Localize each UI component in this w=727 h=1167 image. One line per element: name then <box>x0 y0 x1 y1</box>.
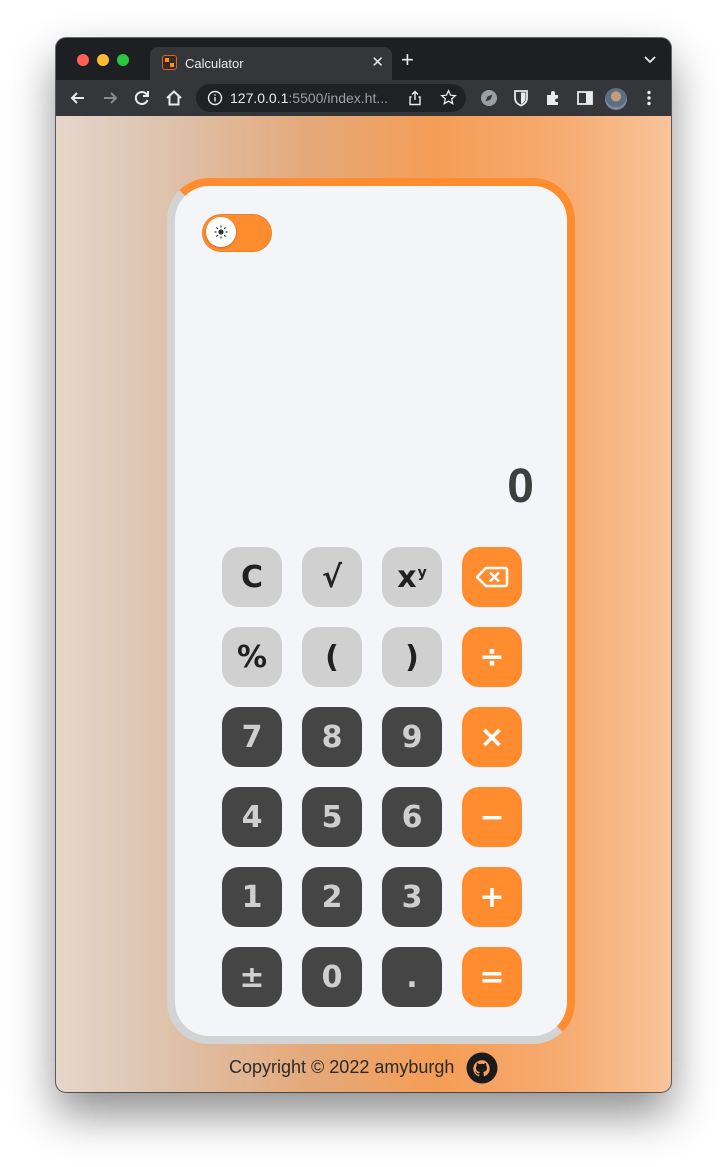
url-host: 127.0.0.1 <box>230 90 289 106</box>
digit-9-button[interactable]: 9 <box>382 707 442 767</box>
zoom-window-button[interactable] <box>117 54 129 66</box>
multiply-button[interactable]: × <box>462 707 522 767</box>
toggle-knob <box>206 217 236 247</box>
divide-button[interactable]: ÷ <box>462 627 522 687</box>
url-path: :5500/index.ht... <box>288 90 389 106</box>
forward-icon[interactable] <box>100 88 120 108</box>
side-panel-icon[interactable] <box>575 88 595 108</box>
minimize-window-button[interactable] <box>97 54 109 66</box>
tab-close-icon[interactable]: ✕ <box>371 53 384 73</box>
plus-minus-button[interactable]: ± <box>222 947 282 1007</box>
page-viewport: 0 C √ xy % ( ) ÷ 7 8 9 × 4 5 6 − 1 2 3 +… <box>56 116 671 1092</box>
close-paren-button[interactable]: ) <box>382 627 442 687</box>
decimal-button[interactable]: . <box>382 947 442 1007</box>
equals-button[interactable]: = <box>462 947 522 1007</box>
digit-3-button[interactable]: 3 <box>382 867 442 927</box>
page-footer: Copyright © 2022 amyburgh <box>56 1052 671 1084</box>
home-icon[interactable] <box>164 88 184 108</box>
new-tab-button[interactable]: + <box>401 49 414 71</box>
digit-0-button[interactable]: 0 <box>302 947 362 1007</box>
browser-window: Calculator ✕ + 127.0.0.1:5500/index.ht..… <box>56 38 671 1092</box>
percent-button[interactable]: % <box>222 627 282 687</box>
profile-avatar[interactable] <box>605 88 627 110</box>
subtract-button[interactable]: − <box>462 787 522 847</box>
bookmark-star-icon[interactable] <box>440 89 457 106</box>
close-window-button[interactable] <box>77 54 89 66</box>
digit-7-button[interactable]: 7 <box>222 707 282 767</box>
calculator-panel: 0 C √ xy % ( ) ÷ 7 8 9 × 4 5 6 − 1 2 3 +… <box>167 178 575 1044</box>
digit-5-button[interactable]: 5 <box>302 787 362 847</box>
calculator-favicon-icon <box>162 55 177 70</box>
reload-icon[interactable] <box>132 88 152 108</box>
address-bar[interactable]: 127.0.0.1:5500/index.ht... <box>196 84 466 112</box>
copyright-text: Copyright © 2022 amyburgh <box>229 1057 455 1077</box>
digit-8-button[interactable]: 8 <box>302 707 362 767</box>
tab-calculator[interactable]: Calculator ✕ <box>150 47 392 80</box>
tab-search-chevron-icon[interactable] <box>643 52 657 66</box>
tab-title: Calculator <box>185 56 244 71</box>
power-button[interactable]: xy <box>382 547 442 607</box>
browser-toolbar: 127.0.0.1:5500/index.ht... <box>56 80 671 116</box>
site-info-icon[interactable] <box>207 90 223 106</box>
open-paren-button[interactable]: ( <box>302 627 362 687</box>
backspace-icon <box>475 566 509 588</box>
add-button[interactable]: + <box>462 867 522 927</box>
back-icon[interactable] <box>68 88 88 108</box>
backspace-button[interactable] <box>462 547 522 607</box>
sun-icon <box>214 225 228 239</box>
digit-2-button[interactable]: 2 <box>302 867 362 927</box>
digit-6-button[interactable]: 6 <box>382 787 442 847</box>
power-exponent: y <box>417 565 427 581</box>
more-menu-icon[interactable] <box>639 88 659 108</box>
digit-1-button[interactable]: 1 <box>222 867 282 927</box>
share-icon[interactable] <box>407 90 423 106</box>
clear-button[interactable]: C <box>222 547 282 607</box>
tab-strip: Calculator ✕ + <box>56 38 671 80</box>
extensions-puzzle-icon[interactable] <box>543 88 563 108</box>
extension-compass-icon[interactable] <box>479 88 499 108</box>
square-root-button[interactable]: √ <box>302 547 362 607</box>
theme-toggle[interactable] <box>202 214 272 252</box>
calculator-display: 0 <box>507 460 534 513</box>
digit-4-button[interactable]: 4 <box>222 787 282 847</box>
github-icon[interactable] <box>466 1052 498 1084</box>
power-base: x <box>397 559 417 595</box>
extension-shield-icon[interactable] <box>511 88 531 108</box>
url-text: 127.0.0.1:5500/index.ht... <box>230 90 388 106</box>
